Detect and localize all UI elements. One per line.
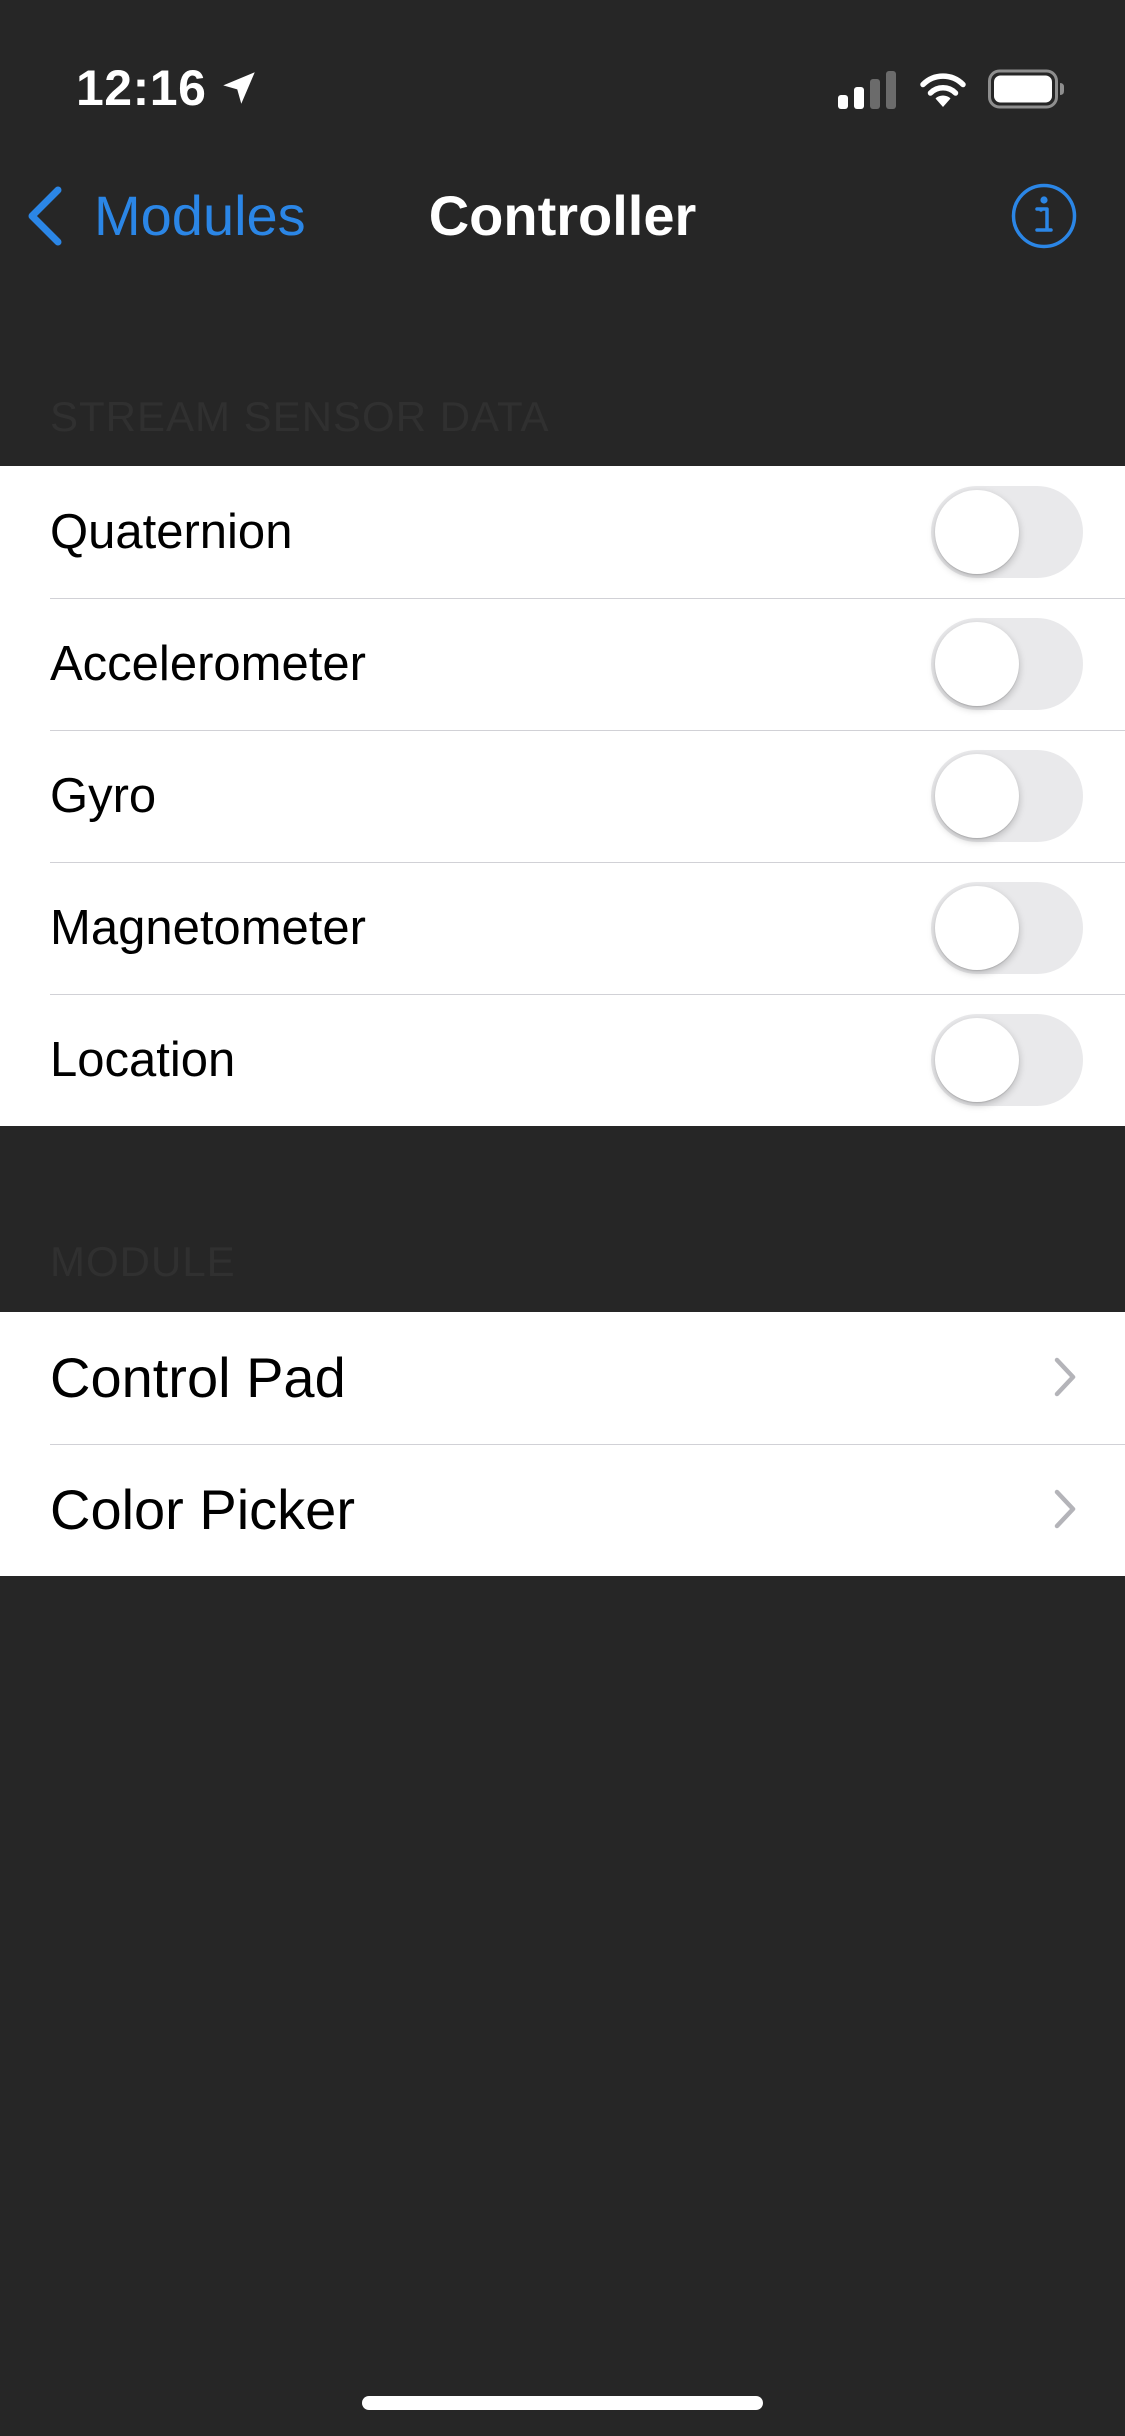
status-time-group: 12:16 (76, 58, 260, 118)
cell-label: Magnetometer (50, 901, 366, 955)
back-button[interactable]: Modules (24, 178, 306, 254)
info-circle-icon[interactable] (1010, 182, 1078, 250)
section-header-stream: STREAM SENSOR DATA (50, 393, 550, 440)
back-button-label: Modules (94, 184, 306, 247)
cell-label: Location (50, 1033, 236, 1087)
cell-label: Quaternion (50, 505, 293, 559)
status-bar: 12:16 (0, 0, 1125, 150)
list-item-quaternion: Quaternion (0, 466, 1125, 598)
list-item-accelerometer: Accelerometer (0, 598, 1125, 730)
status-indicators (838, 66, 1066, 112)
stream-sensor-list: Quaternion Accelerometer Gyro Magnetomet… (0, 466, 1125, 1126)
module-list: Control Pad Color Picker (0, 1312, 1125, 1576)
toggle-knob (935, 490, 1019, 574)
status-time: 12:16 (76, 60, 207, 116)
list-item-magnetometer: Magnetometer (0, 862, 1125, 994)
chevron-right-icon (1054, 1357, 1076, 1397)
cellular-signal-icon (838, 69, 896, 109)
cell-label: Color Picker (50, 1478, 355, 1541)
gyro-toggle[interactable] (931, 750, 1083, 842)
cell-label: Gyro (50, 769, 157, 823)
accelerometer-toggle[interactable] (931, 618, 1083, 710)
list-item-location: Location (0, 994, 1125, 1126)
location-arrow-icon (223, 72, 256, 104)
magnetometer-toggle[interactable] (931, 882, 1083, 974)
battery-icon (988, 69, 1064, 109)
cell-label: Accelerometer (50, 637, 366, 691)
toggle-knob (935, 622, 1019, 706)
home-indicator[interactable] (362, 2396, 763, 2410)
toggle-knob (935, 1018, 1019, 1102)
wifi-icon (920, 73, 966, 107)
section-header-module: MODULE (50, 1238, 236, 1285)
navigation-bar: Modules Controller (0, 150, 1125, 280)
list-item-color-picker[interactable]: Color Picker (0, 1444, 1125, 1576)
list-item-control-pad[interactable]: Control Pad (0, 1312, 1125, 1444)
list-item-gyro: Gyro (0, 730, 1125, 862)
chevron-left-icon (28, 186, 62, 246)
toggle-knob (935, 886, 1019, 970)
location-toggle[interactable] (931, 1014, 1083, 1106)
toggle-knob (935, 754, 1019, 838)
chevron-right-icon (1054, 1489, 1076, 1529)
cell-label: Control Pad (50, 1346, 346, 1409)
quaternion-toggle[interactable] (931, 486, 1083, 578)
